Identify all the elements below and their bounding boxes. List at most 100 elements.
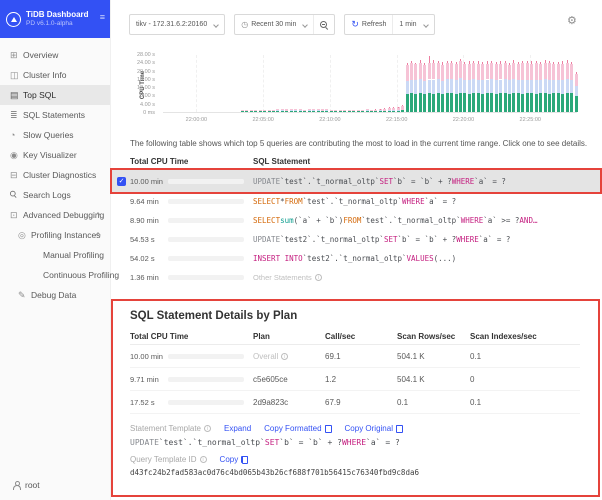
sidebar-item-debug-data[interactable]: ✎Debug Data: [0, 285, 110, 305]
top-sql-row[interactable]: ✓10.00 minUPDATE `test`.`t_normal_oltp` …: [112, 170, 600, 192]
sidebar-item-sql-statements[interactable]: ≣SQL Statements: [0, 105, 110, 125]
sql-token: (`a` + `b`): [294, 216, 344, 225]
username: root: [25, 480, 40, 490]
time-range-selector[interactable]: ◷ Recent 30 min: [235, 15, 313, 34]
chart-bar: [504, 63, 507, 80]
chart-bar: [397, 111, 400, 112]
sql-token: `test2`.`t_normal_oltp`: [303, 254, 407, 263]
chart-bar: [401, 106, 404, 110]
sql-token: SELECT: [253, 197, 280, 206]
chart-bar-cap: [464, 62, 465, 64]
chart-bar-cap: [571, 62, 572, 64]
chart-bar: [472, 93, 475, 112]
row-checkbox-cell: ✓: [112, 177, 130, 186]
column-header-plan: Plan: [253, 332, 325, 341]
auto-refresh-selector[interactable]: 1 min: [392, 15, 433, 34]
sql-token: `a` = ?: [474, 177, 506, 186]
chart-bar: [281, 109, 284, 110]
sql-statement-cell: SELECT * FROM `test`.`t_normal_oltp` WHE…: [253, 197, 600, 206]
chart-bar-cap: [505, 61, 506, 63]
user-menu[interactable]: root: [12, 480, 40, 490]
column-header-call-sec: Call/sec: [325, 332, 397, 341]
cpu-bar: [168, 237, 244, 242]
top-sql-row[interactable]: 54.02 sINSERT INTO `test2`.`t_normal_olt…: [112, 249, 600, 268]
sidebar-item-search-logs[interactable]: Search Logs: [0, 185, 110, 205]
chart-bar: [317, 110, 320, 112]
copy-icon: [396, 425, 403, 433]
plan-row[interactable]: 17.52 s2d9a823c67.90.10.1: [130, 391, 580, 414]
sidebar-collapse-icon[interactable]: ≡: [100, 12, 105, 22]
top-sql-row[interactable]: 9.64 minSELECT * FROM `test`.`t_normal_o…: [112, 192, 600, 211]
expand-button[interactable]: Expand: [224, 424, 251, 433]
sidebar-item-continuous-profiling[interactable]: Continuous Profiling: [0, 265, 110, 285]
sidebar-item-cluster-diagnostics[interactable]: ⊟Cluster Diagnostics: [0, 165, 110, 185]
chart-bar-cap: [527, 61, 528, 63]
sql-token: SET: [265, 438, 279, 447]
chart-bar: [285, 111, 288, 112]
sql-token: `a` >= ?: [483, 216, 519, 225]
sidebar-item-top-sql[interactable]: ▤Top SQL: [0, 85, 110, 105]
zoom-out-button[interactable]: [313, 15, 334, 34]
copy-formatted-button[interactable]: Copy Formatted: [264, 424, 331, 433]
query-template-id-row: Query Template ID i Copy: [130, 455, 580, 464]
cpu-time-cell: 9.64 min: [130, 197, 253, 206]
chart-bar: [374, 111, 377, 112]
sql-token: WHERE: [402, 197, 425, 206]
row-checkbox[interactable]: ✓: [117, 177, 126, 186]
info-icon: i: [281, 353, 288, 360]
top-sql-row[interactable]: 54.53 sUPDATE `test2`.`t_normal_oltp` SE…: [112, 230, 600, 249]
chart-bar: [530, 64, 533, 80]
chart-bar-cap: [384, 108, 385, 109]
chart-bar: [268, 111, 271, 112]
x-tick-label: 22:20:00: [443, 117, 483, 124]
sidebar-item-slow-queries[interactable]: ◔Slow Queries: [0, 125, 110, 145]
instance-selector[interactable]: tikv - 172.31.6.2:20160: [129, 14, 225, 35]
top-sql-row[interactable]: 1.36 minOther Statementsi: [112, 268, 600, 287]
plan-row[interactable]: 9.71 minc5e605ce1.2504.1 K0: [130, 368, 580, 391]
sidebar-item-key-visualizer[interactable]: ◉Key Visualizer: [0, 145, 110, 165]
chart-bar: [308, 109, 311, 110]
sidebar-item-advanced-debugging[interactable]: ⊡Advanced Debugging: [0, 205, 110, 225]
cpu-bar: [168, 354, 244, 359]
sql-statements-icon: ≣: [10, 111, 23, 120]
chart-bar: [468, 64, 471, 80]
sidebar-item-overview[interactable]: ⊞Overview: [0, 45, 110, 65]
chart-plot-area[interactable]: [163, 55, 577, 113]
chart-bar: [361, 110, 364, 111]
chart-bar: [299, 111, 302, 112]
column-header-scan-indexes-sec: Scan Indexes/sec: [470, 332, 580, 341]
y-tick-label: 8.00 s: [140, 93, 155, 99]
x-tick-label: 22:10:00: [310, 117, 350, 124]
sidebar-item-label: Cluster Info: [23, 70, 66, 80]
chart-bar-cap: [442, 62, 443, 65]
cpu-time-value: 54.53 s: [130, 235, 168, 244]
plan-row[interactable]: 10.00 minOveralli69.1504.1 K0.1: [130, 345, 580, 368]
chart-bar: [339, 110, 342, 111]
y-tick-label: 0 ms: [143, 110, 155, 116]
settings-gear-icon[interactable]: ⚙: [567, 15, 577, 27]
chart-gridline: [330, 55, 331, 112]
cpu-time-cell: 1.36 min: [130, 273, 253, 282]
refresh-button[interactable]: ↻ Refresh: [345, 15, 392, 34]
copy-id-button[interactable]: Copy: [220, 455, 249, 464]
sql-token: `test`.`t_normal_oltp`: [159, 438, 265, 447]
time-range-value: Recent 30 min: [251, 21, 296, 28]
chart-bar: [566, 79, 569, 93]
copy-original-button[interactable]: Copy Original: [345, 424, 403, 433]
sidebar-item-manual-profiling[interactable]: Manual Profiling: [0, 245, 110, 265]
chart-bar: [410, 63, 413, 79]
sql-token: AND…: [519, 216, 537, 225]
chart-bar: [535, 63, 538, 80]
cpu-bar: [168, 275, 244, 280]
chart-bar-cap: [411, 61, 412, 63]
chart-bar: [250, 110, 253, 111]
sidebar-item-profiling-instances[interactable]: ◎Profiling Instances: [0, 225, 110, 245]
chart-bar: [294, 109, 297, 110]
x-tick-label: 22:05:00: [243, 117, 283, 124]
details-table-header: Total CPU Time Plan Call/sec Scan Rows/s…: [130, 329, 580, 345]
sidebar-item-label: Top SQL: [23, 90, 56, 100]
chart-bar: [330, 110, 333, 111]
sidebar-item-cluster-info[interactable]: ◫Cluster Info: [0, 65, 110, 85]
top-sql-row[interactable]: 8.90 minSELECT sum (`a` + `b`) FROM `tes…: [112, 211, 600, 230]
chart-bar: [241, 111, 244, 112]
